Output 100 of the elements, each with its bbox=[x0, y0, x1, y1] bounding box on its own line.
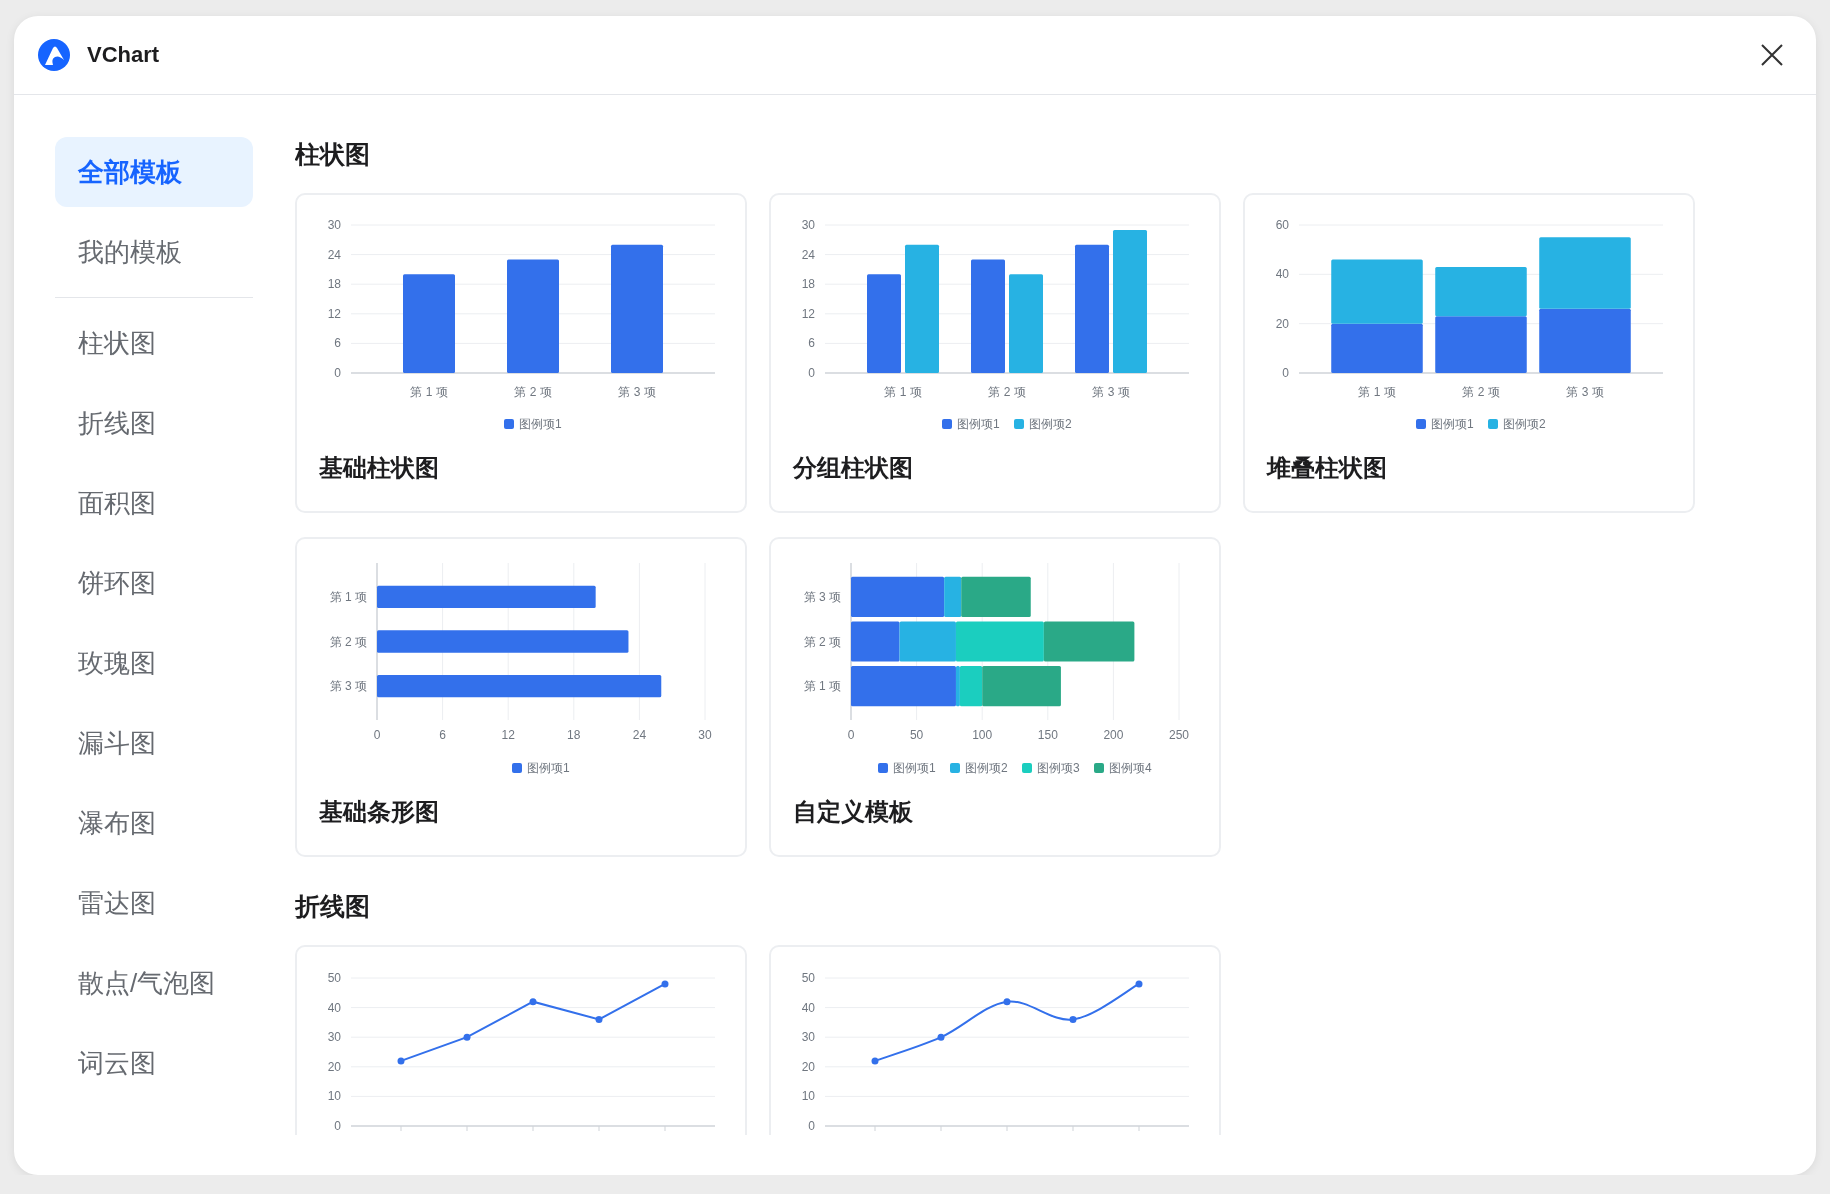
legend-label: 图例项2 bbox=[965, 761, 1008, 775]
axis-tick-label: 0 bbox=[373, 728, 381, 742]
axis-tick-label: 12 bbox=[327, 306, 341, 321]
card-title: 自定义模板 bbox=[793, 797, 913, 827]
axis-tick-label: 40 bbox=[1275, 267, 1289, 282]
axis-tick-label: 60 bbox=[1275, 218, 1289, 232]
axis-tick-label: 200 bbox=[1103, 728, 1124, 742]
axis-tick-label: 6 bbox=[334, 336, 341, 351]
data-point bbox=[1003, 998, 1011, 1006]
card-title: 堆叠柱状图 bbox=[1267, 453, 1387, 483]
template-card[interactable]: 0 20 40 60 第 1 项 第 2 项 第 3 项 图例项1 图例项2 堆叠柱状图 bbox=[1243, 193, 1695, 513]
data-point bbox=[1135, 980, 1143, 988]
axis-tick-label: 20 bbox=[1275, 316, 1289, 331]
legend-label: 图例项1 bbox=[527, 761, 570, 775]
sidebar-item[interactable]: 雷达图 bbox=[55, 868, 253, 938]
axis-tick-label: 40 bbox=[801, 1000, 815, 1015]
axis-tick-label: 12 bbox=[501, 728, 515, 742]
legend-label: 图例项2 bbox=[1503, 417, 1546, 431]
axis-category-label: 第 2 项 bbox=[514, 385, 552, 399]
sidebar-item[interactable]: 玫瑰图 bbox=[55, 628, 253, 698]
legend-label: 图例项4 bbox=[1109, 761, 1152, 775]
template-card[interactable]: 0 6 12 18 24 30 第 1 项 第 2 项 第 3 项 图例项1 图例项2 分组柱状图 bbox=[769, 193, 1221, 513]
data-point bbox=[529, 998, 537, 1006]
axis-tick-label: 24 bbox=[632, 728, 647, 742]
axis-tick-label: 40 bbox=[327, 1000, 341, 1015]
logo-icon bbox=[37, 38, 71, 72]
axis-category-label: 第 1 项 bbox=[1358, 385, 1396, 399]
sidebar-item[interactable]: 词云图 bbox=[55, 1028, 253, 1098]
template-card[interactable]: 0 50 100 150 200 250 第 3 项 第 2 项 第 1 项 图例项1 图例项2 图例项3 图例项4 自定义模板 bbox=[769, 537, 1221, 857]
sidebar-item[interactable]: 漏斗图 bbox=[55, 708, 253, 778]
template-card[interactable]: 0 10 20 30 40 50 bbox=[769, 945, 1221, 1135]
axis-tick-label: 12 bbox=[801, 306, 815, 321]
legend-label: 图例项3 bbox=[1037, 761, 1080, 775]
data-point bbox=[595, 1015, 603, 1023]
sidebar-item[interactable]: 面积图 bbox=[55, 468, 253, 538]
axis-tick-label: 150 bbox=[1037, 728, 1058, 742]
axis-category-label: 第 2 项 bbox=[329, 634, 367, 649]
axis-tick-label: 24 bbox=[327, 247, 341, 262]
sidebar-item[interactable]: 折线图 bbox=[55, 388, 253, 458]
axis-tick-label: 6 bbox=[808, 336, 815, 351]
axis-tick-label: 50 bbox=[909, 728, 924, 742]
axis-category-label: 第 2 项 bbox=[1462, 385, 1500, 399]
axis-tick-label: 24 bbox=[801, 247, 815, 262]
axis-category-label: 第 3 项 bbox=[803, 589, 841, 604]
axis-tick-label: 0 bbox=[808, 1119, 815, 1133]
axis-tick-label: 6 bbox=[439, 728, 446, 742]
section-title: 柱状图 bbox=[295, 139, 371, 170]
axis-tick-label: 18 bbox=[567, 728, 581, 742]
axis-tick-label: 30 bbox=[327, 1030, 341, 1045]
axis-tick-label: 100 bbox=[972, 728, 993, 742]
axis-category-label: 第 3 项 bbox=[1566, 385, 1604, 399]
bar bbox=[851, 621, 900, 662]
data-point bbox=[463, 1033, 471, 1041]
sidebar-item[interactable]: 瀑布图 bbox=[55, 788, 253, 858]
axis-tick-label: 30 bbox=[801, 218, 815, 232]
data-point bbox=[661, 980, 669, 988]
axis-tick-label: 0 bbox=[1282, 366, 1289, 380]
sidebar-item[interactable]: 柱状图 bbox=[55, 308, 253, 378]
axis-category-label: 第 1 项 bbox=[329, 589, 367, 604]
axis-tick-label: 0 bbox=[808, 366, 815, 380]
sidebar-item[interactable]: 全部模板 bbox=[55, 137, 253, 207]
window-title: VChart bbox=[87, 42, 160, 68]
axis-category-label: 第 3 项 bbox=[329, 679, 367, 694]
data-point bbox=[1069, 1015, 1077, 1023]
axis-tick-label: 250 bbox=[1169, 728, 1189, 742]
section-title: 折线图 bbox=[295, 891, 371, 922]
axis-tick-label: 20 bbox=[327, 1059, 341, 1074]
axis-tick-label: 10 bbox=[327, 1089, 341, 1104]
axis-tick-label: 20 bbox=[801, 1059, 815, 1074]
legend-label: 图例项1 bbox=[957, 417, 1000, 431]
card-title: 基础柱状图 bbox=[319, 453, 439, 483]
axis-tick-label: 50 bbox=[801, 971, 815, 985]
data-point bbox=[871, 1057, 879, 1065]
data-point bbox=[397, 1057, 405, 1065]
template-card[interactable]: 0 6 12 18 24 30 第 1 项 第 2 项 第 3 项 图例项1 基础柱状图 bbox=[295, 193, 747, 513]
axis-category-label: 第 2 项 bbox=[988, 385, 1026, 399]
data-point bbox=[937, 1033, 945, 1041]
sidebar-item[interactable]: 我的模板 bbox=[55, 217, 253, 287]
template-card[interactable]: 0 6 12 18 24 30 第 1 项 第 2 项 第 3 项 图例项1 基础条形图 bbox=[295, 537, 747, 857]
card-title: 分组柱状图 bbox=[793, 453, 913, 483]
legend-label: 图例项1 bbox=[1431, 417, 1474, 431]
sidebar-item[interactable]: 饼环图 bbox=[55, 548, 253, 618]
axis-tick-label: 30 bbox=[327, 218, 341, 232]
axis-category-label: 第 3 项 bbox=[1092, 385, 1130, 399]
sidebar-item[interactable]: 散点/气泡图 bbox=[55, 948, 253, 1018]
axis-tick-label: 0 bbox=[847, 728, 855, 742]
axis-category-label: 第 2 项 bbox=[803, 634, 841, 649]
axis-tick-label: 0 bbox=[334, 366, 341, 380]
axis-tick-label: 30 bbox=[698, 728, 712, 742]
card-title: 基础条形图 bbox=[319, 797, 439, 827]
axis-tick-label: 10 bbox=[801, 1089, 815, 1104]
axis-tick-label: 30 bbox=[801, 1030, 815, 1045]
axis-tick-label: 18 bbox=[801, 277, 815, 292]
axis-tick-label: 0 bbox=[334, 1119, 341, 1133]
axis-category-label: 第 1 项 bbox=[884, 385, 922, 399]
axis-tick-label: 50 bbox=[327, 971, 341, 985]
template-card[interactable]: 0 10 20 30 40 50 bbox=[295, 945, 747, 1135]
legend-label: 图例项1 bbox=[893, 761, 936, 775]
axis-category-label: 第 1 项 bbox=[410, 385, 448, 399]
axis-category-label: 第 1 项 bbox=[803, 679, 841, 694]
